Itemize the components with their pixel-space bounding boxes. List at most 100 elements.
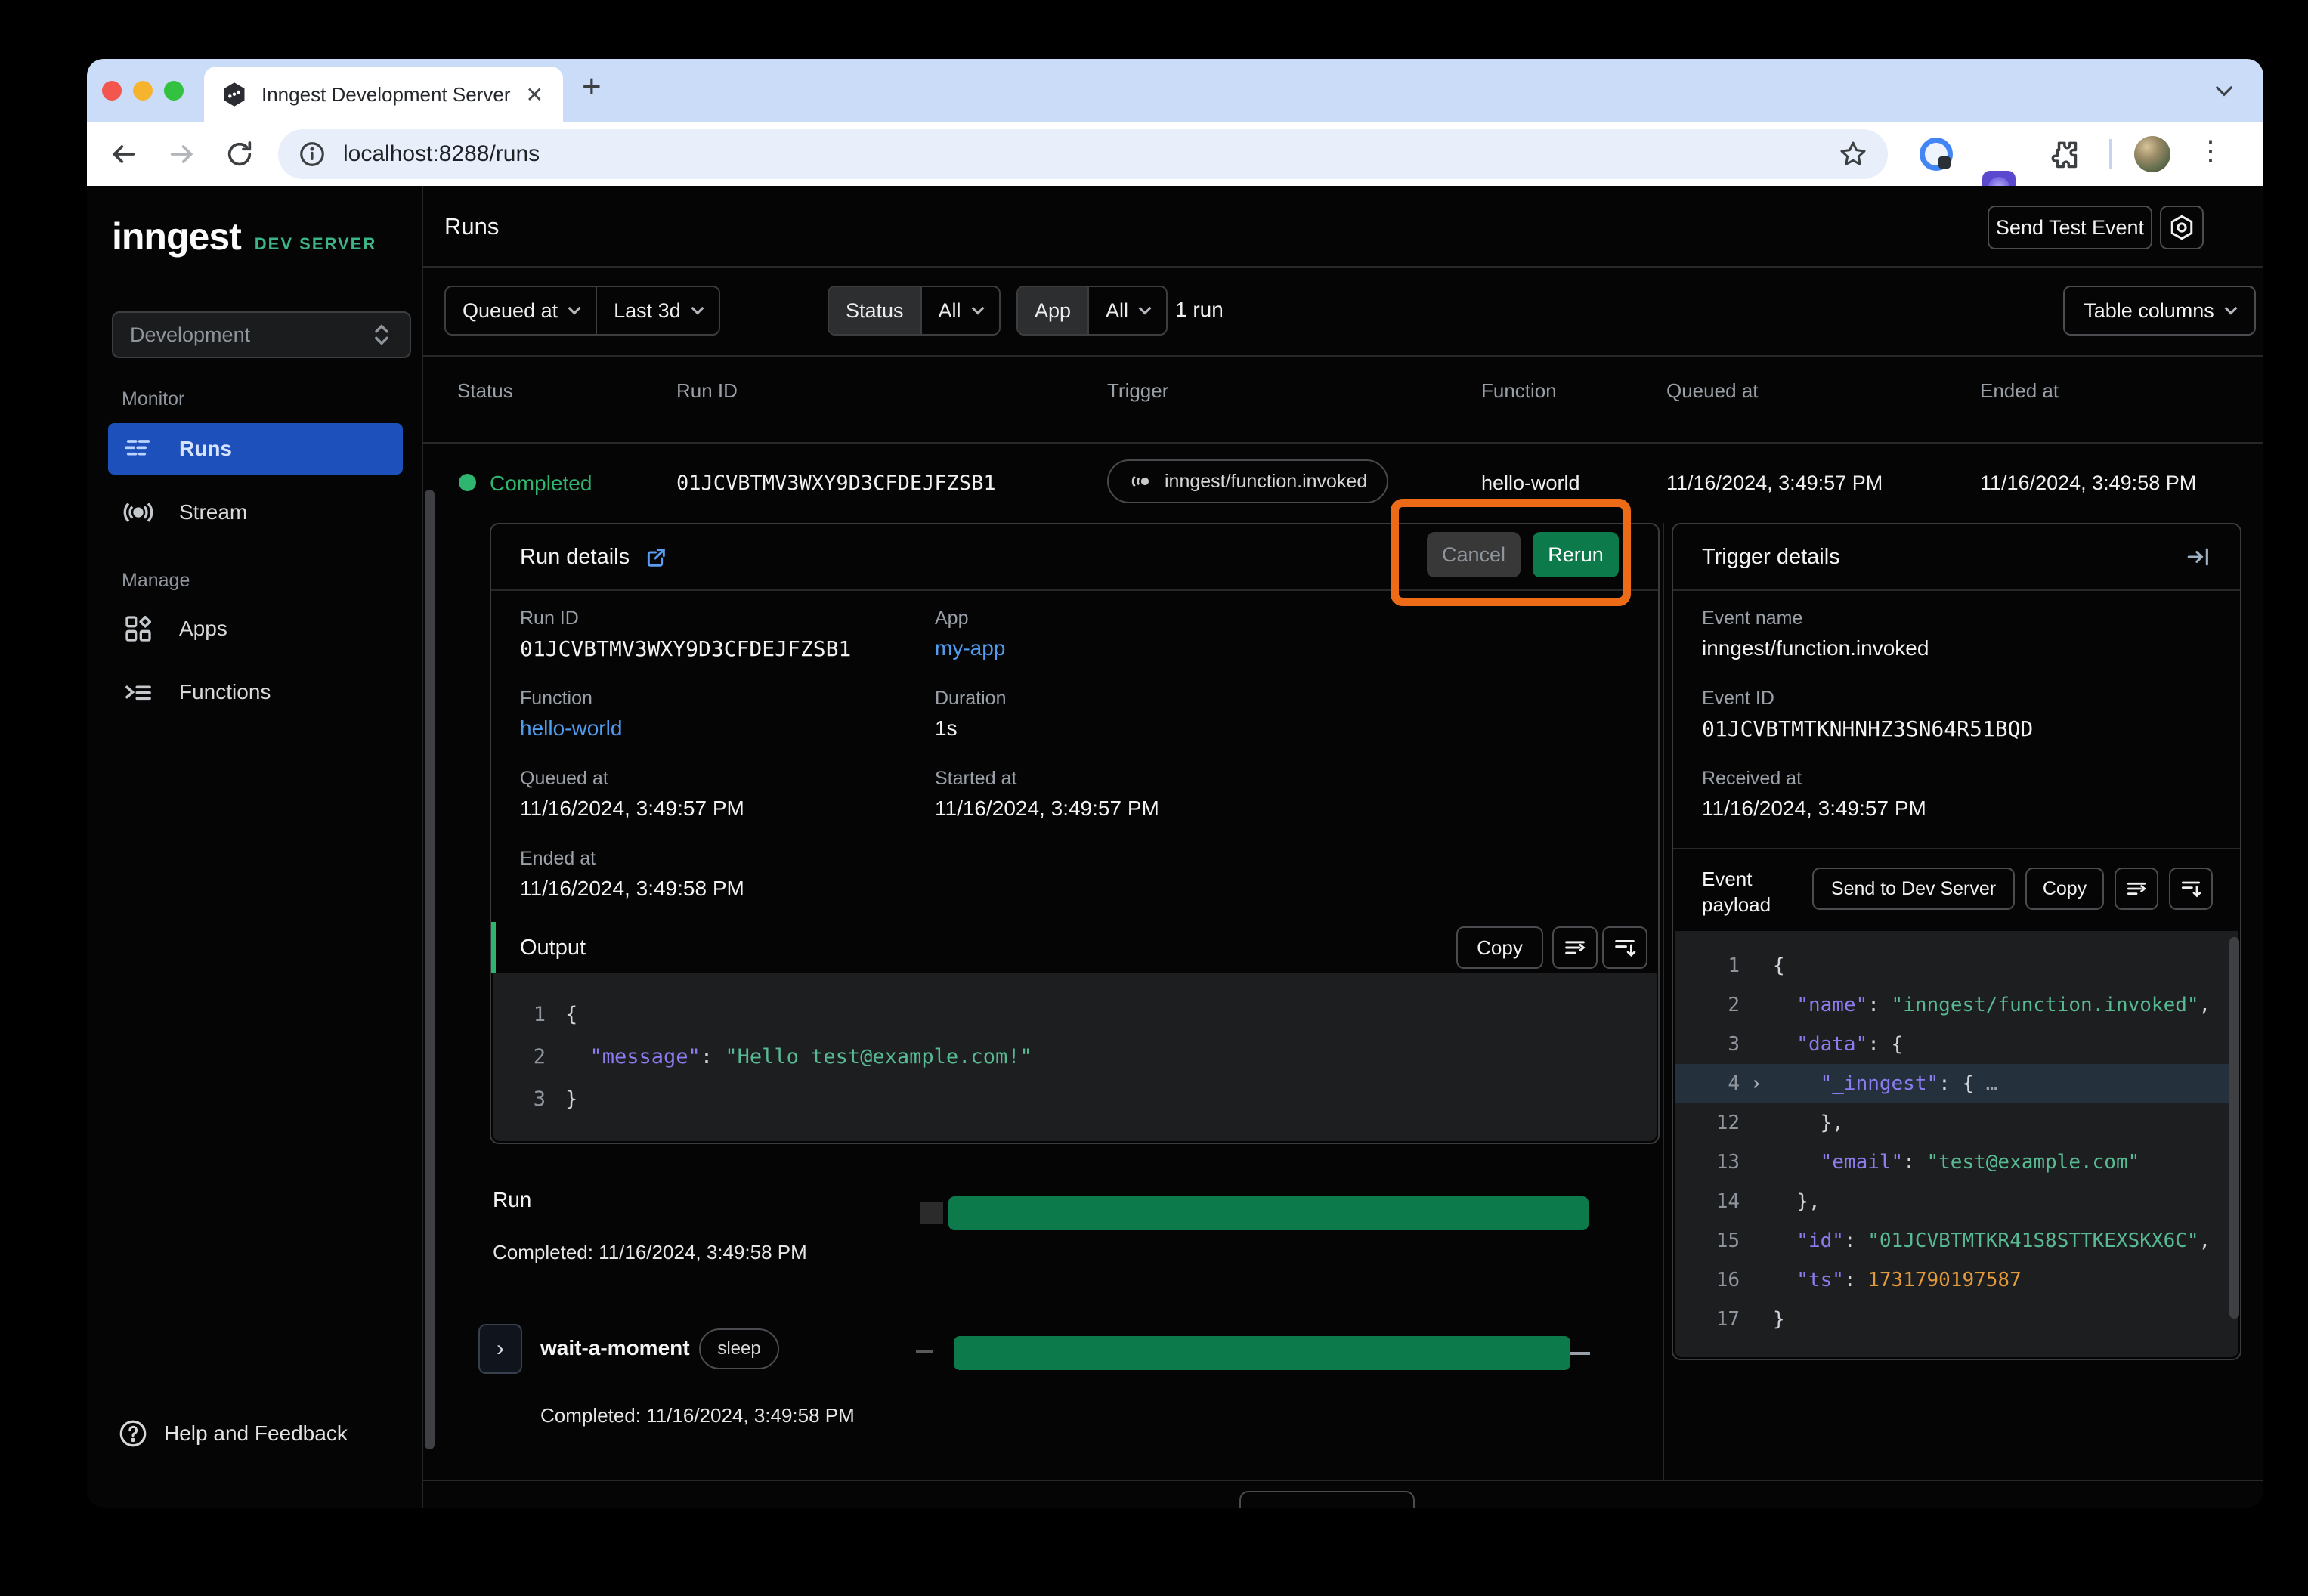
code-line: 1{ — [493, 993, 1657, 1035]
time-field-select[interactable]: Queued at — [446, 287, 596, 334]
payload-scroll-bottom-button[interactable] — [2169, 868, 2213, 910]
monitor-section-label: Monitor — [122, 388, 184, 410]
run-id-cell: 01JCVBTMV3WXY9D3CFDEJFZSB1 — [676, 472, 996, 495]
cancel-button[interactable]: Cancel — [1427, 532, 1521, 577]
forward-icon[interactable] — [167, 139, 197, 169]
line-number: 14 — [1675, 1190, 1740, 1213]
step-expand-button[interactable]: › — [478, 1324, 522, 1374]
column-function[interactable]: Function — [1481, 379, 1557, 403]
app-filter-select[interactable]: All — [1087, 287, 1166, 334]
status-filter[interactable]: Status All — [828, 286, 1001, 336]
external-link-icon[interactable] — [645, 545, 669, 569]
output-wrap-text-button[interactable] — [1552, 926, 1598, 969]
reload-icon[interactable] — [224, 139, 255, 169]
line-number: 3 — [1675, 1033, 1740, 1056]
timeline-run-bar[interactable] — [948, 1196, 1589, 1230]
code-text: "data": { — [1773, 1033, 1903, 1056]
close-window-button[interactable] — [102, 81, 122, 101]
step-kind-badge: sleep — [699, 1328, 779, 1369]
line-number: 13 — [1675, 1151, 1740, 1174]
browser-menu-icon[interactable]: ⋮ — [2197, 135, 2224, 166]
sidebar-item-runs[interactable]: Runs — [108, 423, 403, 475]
code-line: 14 }, — [1675, 1182, 2238, 1221]
back-icon[interactable] — [108, 139, 138, 169]
send-test-event-button[interactable]: Send Test Event — [1988, 206, 2152, 249]
tab-search-chevron-icon[interactable] — [2216, 79, 2233, 97]
payload-wrap-text-button[interactable] — [2115, 868, 2158, 910]
scroll-to-bottom-icon — [1612, 935, 1638, 960]
column-ended-at[interactable]: Ended at — [1980, 379, 2059, 403]
divider — [423, 442, 2263, 444]
line-number: 12 — [1675, 1112, 1740, 1134]
help-and-feedback[interactable]: Help and Feedback — [117, 1418, 348, 1449]
status-filter-label: Status — [829, 287, 920, 334]
trigger-details-header: Trigger details — [1673, 524, 2240, 591]
apps-grid-icon — [123, 614, 153, 644]
sidebar-item-stream[interactable]: Stream — [108, 488, 403, 537]
column-trigger[interactable]: Trigger — [1107, 379, 1168, 403]
payload-scrollbar[interactable] — [2229, 937, 2239, 1319]
wrap-text-icon — [2124, 877, 2149, 901]
timeline-run-label: Run — [493, 1188, 531, 1212]
rerun-button[interactable]: Rerun — [1533, 532, 1619, 577]
code-text: }, — [1773, 1112, 1844, 1134]
send-to-dev-server-button[interactable]: Send to Dev Server — [1812, 868, 2015, 910]
code-text: } — [565, 1087, 577, 1111]
trigger-badge[interactable]: inngest/function.invoked — [1107, 459, 1388, 503]
function-link[interactable]: hello-world — [520, 716, 622, 741]
line-number: 1 — [1675, 954, 1740, 977]
scroll-to-bottom-icon — [2179, 877, 2203, 901]
time-filter[interactable]: Queued at Last 3d — [444, 286, 720, 336]
extensions-puzzle-icon[interactable] — [2047, 138, 2080, 171]
status-dot-icon — [459, 474, 476, 491]
divider — [423, 355, 2263, 357]
column-queued-at[interactable]: Queued at — [1666, 379, 1758, 403]
output-copy-button[interactable]: Copy — [1456, 926, 1543, 969]
maximize-window-button[interactable] — [164, 81, 184, 101]
timeline-step-bar[interactable] — [954, 1336, 1570, 1370]
site-info-icon[interactable] — [298, 140, 326, 169]
panel-divider — [1663, 523, 1664, 1480]
status-filter-select[interactable]: All — [920, 287, 999, 334]
chevron-down-icon — [971, 302, 984, 315]
copy-label: Copy — [1477, 936, 1523, 960]
event-payload-title: Event payload — [1702, 866, 1800, 917]
sidebar-item-apps[interactable]: Apps — [108, 605, 403, 653]
app-link[interactable]: my-app — [935, 636, 1005, 660]
browser-tab[interactable]: Inngest Development Server ✕ — [204, 66, 563, 122]
table-columns-button[interactable]: Table columns — [2063, 286, 2256, 336]
payload-copy-button[interactable]: Copy — [2025, 868, 2104, 910]
fold-chevron-icon[interactable]: › — [1740, 1072, 1773, 1095]
code-text: }, — [1773, 1190, 1821, 1213]
time-range-select[interactable]: Last 3d — [596, 287, 719, 334]
dev-server-settings-button[interactable] — [2160, 206, 2204, 249]
divider — [1673, 848, 2240, 849]
profile-avatar[interactable] — [2134, 136, 2170, 172]
url-bar[interactable]: localhost:8288/runs — [278, 129, 1888, 179]
content-scrollbar[interactable] — [425, 490, 435, 1449]
password-manager-extension-icon[interactable] — [1920, 138, 1953, 171]
app-filter[interactable]: App All — [1016, 286, 1168, 336]
new-tab-button[interactable]: + — [582, 68, 602, 106]
load-more-button-partial[interactable] — [1239, 1491, 1415, 1508]
minimize-window-button[interactable] — [133, 81, 153, 101]
collapse-panel-icon[interactable] — [2186, 544, 2211, 570]
bookmark-star-icon[interactable] — [1838, 139, 1868, 169]
timeline-run-start-notch — [920, 1202, 943, 1224]
column-status[interactable]: Status — [457, 379, 513, 403]
code-line: 3 "data": { — [1675, 1025, 2238, 1064]
environment-select[interactable]: Development — [112, 311, 411, 358]
ended-at-cell: 11/16/2024, 3:49:58 PM — [1980, 472, 2196, 495]
code-text: "message": "Hello test@example.com!" — [565, 1045, 1032, 1069]
column-run-id[interactable]: Run ID — [676, 379, 738, 403]
trigger-details-title: Trigger details — [1702, 545, 1840, 570]
line-number: 3 — [493, 1087, 546, 1111]
output-scroll-bottom-button[interactable] — [1602, 926, 1647, 969]
sidebar-item-functions[interactable]: Functions — [108, 668, 403, 716]
inngest-favicon-icon — [221, 81, 248, 108]
table-columns-label: Table columns — [2084, 299, 2214, 323]
chevron-down-icon — [1139, 302, 1152, 315]
functions-list-icon — [123, 677, 153, 707]
manage-section-label: Manage — [122, 570, 190, 592]
tab-close-icon[interactable]: ✕ — [523, 82, 546, 107]
